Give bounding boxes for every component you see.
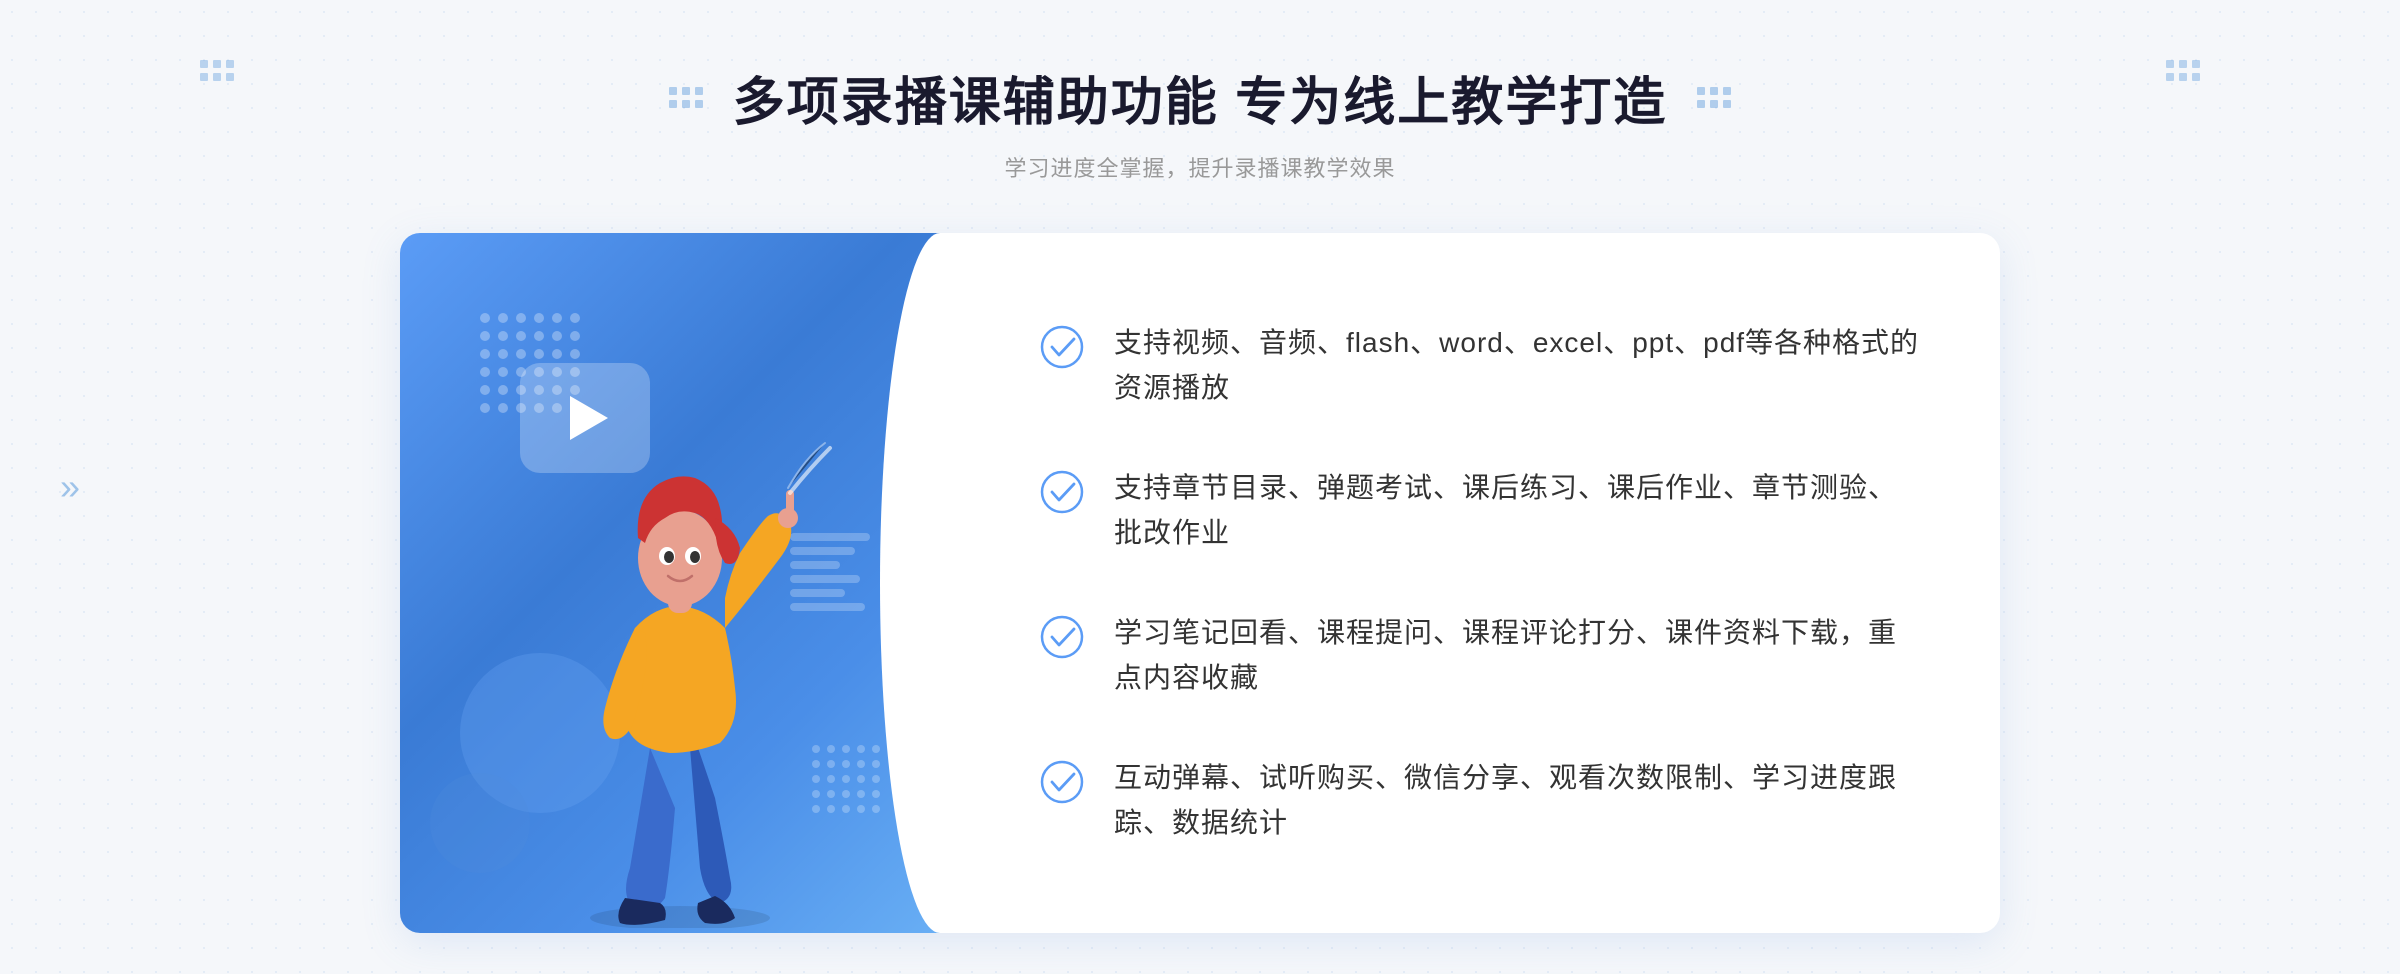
check-circle-icon-1 <box>1040 325 1084 369</box>
feature-text-2: 支持章节目录、弹题考试、课后练习、课后作业、章节测验、批改作业 <box>1114 466 1920 556</box>
right-header-dots <box>1697 87 1731 108</box>
check-circle-icon-3 <box>1040 615 1084 659</box>
illustration-area <box>400 233 960 933</box>
check-circle-icon-4 <box>1040 760 1084 804</box>
feature-text-3: 学习笔记回看、课程提问、课程评论打分、课件资料下载，重点内容收藏 <box>1114 611 1920 701</box>
right-decorator <box>2166 60 2200 81</box>
main-title: 多项录播课辅助功能 专为线上教学打造 <box>733 60 1667 135</box>
figure-illustration <box>520 408 840 933</box>
left-decorator <box>200 60 234 81</box>
sub-title: 学习进度全掌握，提升录播课教学效果 <box>669 151 1731 183</box>
left-header-dots <box>669 87 703 108</box>
main-content-card: 支持视频、音频、flash、word、excel、ppt、pdf等各种格式的资源… <box>400 233 2000 933</box>
feature-item-4: 互动弹幕、试听购买、微信分享、观看次数限制、学习进度跟踪、数据统计 <box>1040 756 1920 846</box>
header-section: 多项录播课辅助功能 专为线上教学打造 学习进度全掌握，提升录播课教学效果 <box>669 60 1731 183</box>
feature-item-1: 支持视频、音频、flash、word、excel、ppt、pdf等各种格式的资源… <box>1040 321 1920 411</box>
decoration-circle-small <box>430 773 530 873</box>
arrows-left-icon: » <box>60 469 80 505</box>
feature-item-2: 支持章节目录、弹题考试、课后练习、课后作业、章节测验、批改作业 <box>1040 466 1920 556</box>
check-circle-icon-2 <box>1040 470 1084 514</box>
left-arrows: » <box>60 469 80 505</box>
feature-text-1: 支持视频、音频、flash、word、excel、ppt、pdf等各种格式的资源… <box>1114 321 1920 411</box>
features-area: 支持视频、音频、flash、word、excel、ppt、pdf等各种格式的资源… <box>960 233 2000 933</box>
feature-text-4: 互动弹幕、试听购买、微信分享、观看次数限制、学习进度跟踪、数据统计 <box>1114 756 1920 846</box>
feature-item-3: 学习笔记回看、课程提问、课程评论打分、课件资料下载，重点内容收藏 <box>1040 611 1920 701</box>
page-wrapper: 多项录播课辅助功能 专为线上教学打造 学习进度全掌握，提升录播课教学效果 <box>0 0 2400 974</box>
